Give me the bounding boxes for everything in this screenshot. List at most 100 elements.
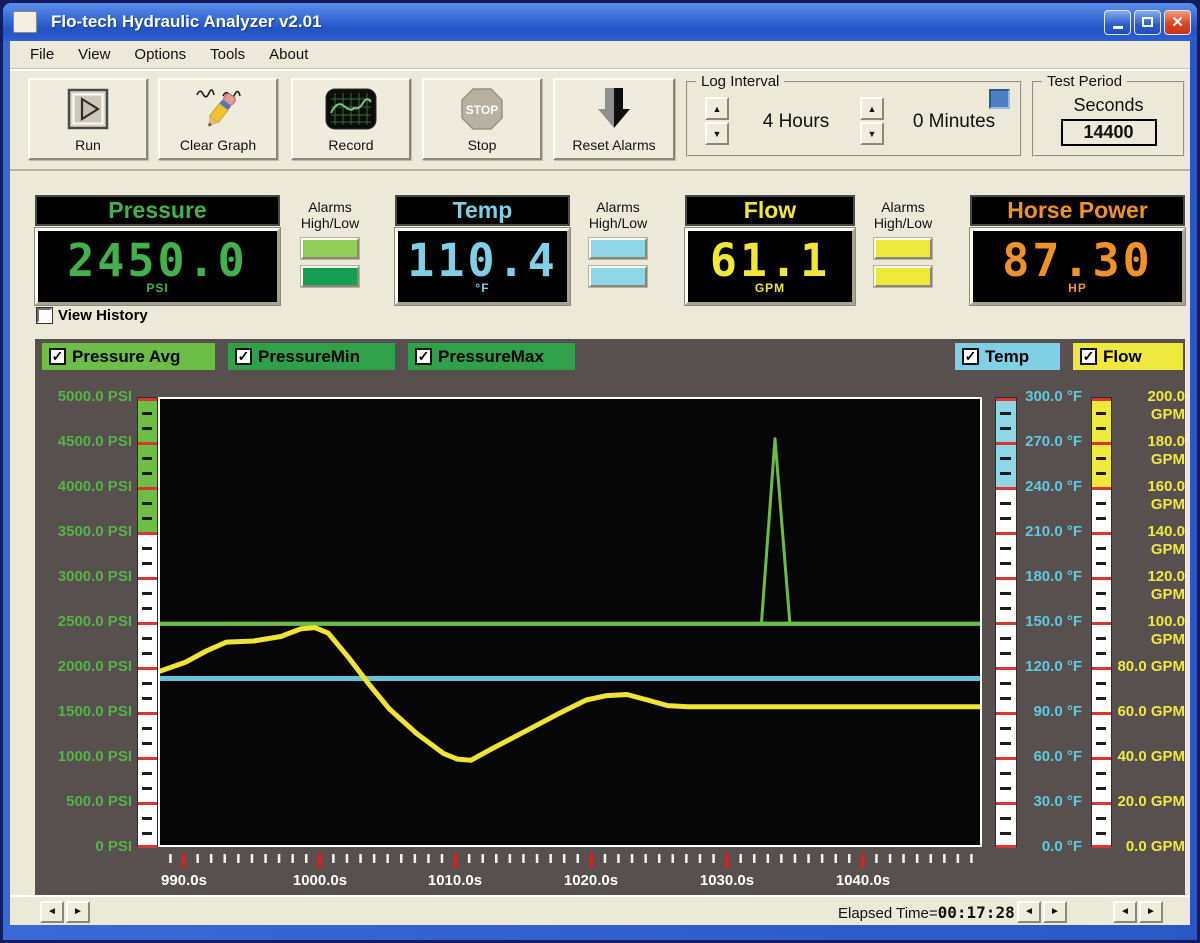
menu-bar: File View Options Tools About: [10, 41, 1190, 69]
minor-tick: [1096, 472, 1106, 475]
horsepower-title: Horse Power: [970, 195, 1185, 226]
temp-high-alarm-button[interactable]: [589, 238, 647, 259]
hours-up-button[interactable]: ▲: [705, 97, 729, 120]
minor-tick: [142, 832, 152, 835]
axis-tick-label: 180.0 GPM: [1112, 433, 1185, 451]
hours-down-button[interactable]: ▼: [705, 122, 729, 145]
flow-high-alarm-button[interactable]: [874, 238, 932, 259]
major-tick: [138, 532, 157, 535]
run-button[interactable]: Run: [28, 78, 148, 160]
axis-tick-label: 80.0 GPM: [1112, 658, 1185, 676]
minor-tick: [1096, 517, 1106, 520]
stop-button[interactable]: STOP Stop: [422, 78, 542, 160]
menu-options[interactable]: Options: [122, 43, 198, 66]
scroll-left-button[interactable]: ◄: [40, 901, 64, 923]
axis-tick-label: 60.0 °F: [1020, 748, 1082, 766]
legend-temp[interactable]: ✓ Temp: [955, 343, 1060, 370]
elapsed-time-label: Elapsed Time=: [838, 905, 938, 922]
major-tick: [996, 577, 1016, 580]
down-arrow-icon: [592, 80, 636, 137]
axis-tick-label: 5000.0 PSI: [35, 388, 132, 406]
scale-fill-region: [138, 398, 157, 533]
elapsed-time-value: 00:17:28: [938, 903, 1015, 922]
legend-pressure-max[interactable]: ✓ PressureMax: [408, 343, 575, 370]
log-indicator[interactable]: [989, 89, 1010, 109]
major-tick: [996, 398, 1016, 401]
clear-graph-label: Clear Graph: [180, 137, 256, 153]
minor-tick: [1000, 412, 1010, 415]
run-icon: [67, 80, 109, 137]
horsepower-display: Horse Power 87.30 HP: [970, 195, 1185, 305]
minor-tick: [1096, 592, 1106, 595]
zoom-right-button[interactable]: ►: [1139, 901, 1163, 923]
temp-display: Temp 110.4 °F: [395, 195, 570, 305]
major-tick: [1092, 487, 1111, 490]
svg-text:STOP: STOP: [466, 103, 498, 117]
window-title: Flo-tech Hydraulic Analyzer v2.01: [51, 12, 1101, 32]
reset-alarms-button[interactable]: Reset Alarms: [553, 78, 675, 160]
zoom-left-button[interactable]: ◄: [1113, 901, 1137, 923]
stop-label: Stop: [468, 137, 497, 153]
pressure-display: Pressure 2450.0 PSI: [35, 195, 280, 305]
major-tick: [996, 532, 1016, 535]
minutes-down-button[interactable]: ▼: [860, 122, 884, 145]
test-period-group: Test Period Seconds 14400: [1032, 81, 1185, 157]
major-tick: [138, 757, 157, 760]
axis-tick-label: 150.0 °F: [1020, 613, 1082, 631]
legend-flow[interactable]: ✓ Flow: [1073, 343, 1183, 370]
minor-tick: [142, 427, 152, 430]
minor-tick: [1000, 817, 1010, 820]
displays-section: Pressure 2450.0 PSI Alarms High/Low Temp…: [10, 171, 1190, 339]
x-tick-label: 1000.0s: [275, 872, 365, 889]
menu-view[interactable]: View: [66, 43, 122, 66]
scroll-right-button[interactable]: ►: [66, 901, 90, 923]
view-history-checkbox[interactable]: View History: [37, 307, 148, 324]
minor-tick: [142, 517, 152, 520]
menu-about[interactable]: About: [257, 43, 320, 66]
minor-tick: [1096, 727, 1106, 730]
pressure-title: Pressure: [35, 195, 280, 226]
close-button[interactable]: ✕: [1164, 10, 1191, 35]
legend-pressure-min[interactable]: ✓ PressureMin: [228, 343, 395, 370]
maximize-button[interactable]: [1134, 10, 1161, 35]
checkbox-icon: [37, 308, 52, 323]
minor-tick: [1000, 517, 1010, 520]
pressure-high-alarm-button[interactable]: [301, 238, 359, 259]
major-tick: [138, 845, 157, 848]
axis-tick-label: 120.0 GPM: [1112, 568, 1185, 586]
pan-right-button[interactable]: ►: [1043, 901, 1067, 923]
menu-file[interactable]: File: [18, 43, 66, 66]
axis-tick-label: 1500.0 PSI: [35, 703, 132, 721]
flow-low-alarm-button[interactable]: [874, 266, 932, 287]
major-tick: [1092, 577, 1111, 580]
clear-graph-button[interactable]: Clear Graph: [158, 78, 278, 160]
minor-tick: [1096, 682, 1106, 685]
axis-tick-label: 0 PSI: [35, 838, 132, 856]
record-button[interactable]: Record: [291, 78, 411, 160]
pan-left-button[interactable]: ◄: [1017, 901, 1041, 923]
minor-tick: [1000, 727, 1010, 730]
axis-tick-label: 120.0 °F: [1020, 658, 1082, 676]
checkbox-checked-icon: ✓: [235, 348, 252, 365]
major-tick: [138, 398, 157, 401]
horsepower-value: 87.30: [1002, 238, 1152, 283]
axis-tick-label: 1000.0 PSI: [35, 748, 132, 766]
menu-tools[interactable]: Tools: [198, 43, 257, 66]
temp-value: 110.4: [407, 238, 557, 283]
temp-low-alarm-button[interactable]: [589, 266, 647, 287]
x-axis-ticks: [150, 852, 990, 868]
major-tick: [138, 487, 157, 490]
minor-tick: [1000, 682, 1010, 685]
minimize-button[interactable]: [1104, 10, 1131, 35]
minutes-up-button[interactable]: ▲: [860, 97, 884, 120]
x-tick-label: 1010.0s: [410, 872, 500, 889]
minor-tick: [1000, 427, 1010, 430]
axis-tick-label: 40.0 GPM: [1112, 748, 1185, 766]
minor-tick: [1096, 772, 1106, 775]
pressure-low-alarm-button[interactable]: [301, 266, 359, 287]
legend-pressure-avg[interactable]: ✓ Pressure Avg: [42, 343, 215, 370]
gpm-scale-bar: [1091, 397, 1112, 847]
minor-tick: [1000, 457, 1010, 460]
minor-tick: [142, 502, 152, 505]
minor-tick: [1000, 637, 1010, 640]
